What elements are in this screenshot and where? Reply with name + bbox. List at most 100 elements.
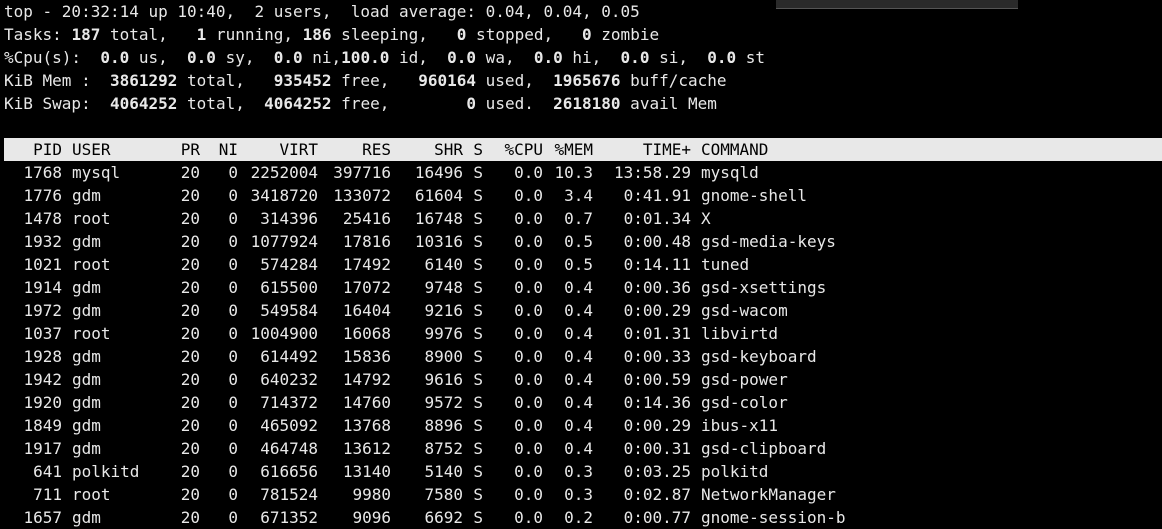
cell-pr: 20 — [180, 209, 200, 228]
mem-line: KiB Mem : 3861292 total, 935452 free, 96… — [4, 69, 1162, 92]
cell-s: S — [473, 209, 483, 228]
cell-cpu: 0.0 — [514, 301, 543, 320]
cpu-st: 0.0 — [707, 48, 737, 67]
cell-user: gdm — [72, 186, 101, 205]
cell-mem: 0.4 — [564, 347, 593, 366]
mem-total: 3861292 — [109, 71, 178, 90]
cell-virt: 465092 — [260, 416, 318, 435]
col-pr: PR — [180, 140, 200, 159]
swap-line: KiB Swap: 4064252 total, 4064252 free, 0… — [4, 92, 1162, 115]
cell-shr: 6692 — [424, 508, 463, 527]
table-row[interactable]: 1942 gdm 20 0 640232 14792 9616 S 0.0 0.4 0:00.59 g… — [4, 368, 1162, 391]
table-row[interactable]: 1932 gdm 20 0 1077924 17816 10316 S 0.0 0.5 0:00.4… — [4, 230, 1162, 253]
cell-cpu: 0.0 — [514, 393, 543, 412]
cell-res: 17072 — [342, 278, 391, 297]
col-pid: PID — [33, 140, 62, 159]
cell-ni: 0 — [228, 508, 238, 527]
cell-mem: 0.4 — [564, 393, 593, 412]
cell-pid: 1972 — [23, 301, 62, 320]
cell-cpu: 0.0 — [514, 209, 543, 228]
table-row[interactable]: 1972 gdm 20 0 549584 16404 9216 S 0.0 0.4 0:00.29 g… — [4, 299, 1162, 322]
cell-shr: 9572 — [424, 393, 463, 412]
cell-virt: 1077924 — [250, 232, 318, 251]
cpu-hi: 0.0 — [533, 48, 563, 67]
cell-s: S — [473, 163, 483, 182]
col-shr: SHR — [434, 140, 463, 159]
cell-res: 16404 — [342, 301, 391, 320]
cell-mem: 0.5 — [564, 255, 593, 274]
cell-command: gsd-media-keys — [701, 232, 836, 251]
swap-free-label: free, — [331, 94, 467, 113]
tasks-running: 1 — [196, 25, 207, 44]
cell-cpu: 0.0 — [514, 485, 543, 504]
cell-virt: 549584 — [260, 301, 318, 320]
table-row[interactable]: 641 polkitd 20 0 616656 13140 5140 S 0.0 0.3 0:03.… — [4, 460, 1162, 483]
table-row[interactable]: 1768 mysql 20 0 2252004 397716 16496 S 0.0 10.3 13… — [4, 161, 1162, 184]
table-row[interactable]: 1917 gdm 20 0 464748 13612 8752 S 0.0 0.4 0:00.31 g… — [4, 437, 1162, 460]
col-ni: NI — [218, 140, 238, 159]
cell-pid: 1932 — [23, 232, 62, 251]
cell-command: ibus-x11 — [701, 416, 779, 435]
cell-pid: 1657 — [23, 508, 62, 527]
cell-command: X — [701, 209, 711, 228]
cell-mem: 3.4 — [564, 186, 593, 205]
cell-command: gsd-color — [701, 393, 788, 412]
cell-res: 15836 — [342, 347, 391, 366]
cell-s: S — [473, 462, 483, 481]
cell-res: 133072 — [333, 186, 391, 205]
cell-cpu: 0.0 — [514, 462, 543, 481]
cell-time: 0:00.77 — [623, 508, 691, 527]
tasks-running-label: running, — [206, 25, 303, 44]
cell-shr: 6140 — [424, 255, 463, 274]
cell-mem: 0.4 — [564, 278, 593, 297]
table-row[interactable]: 1037 root 20 0 1004900 16068 9976 S 0.0 0.4 0:01.3… — [4, 322, 1162, 345]
cell-time: 0:00.31 — [623, 439, 691, 458]
swap-avail: 2618180 — [553, 94, 621, 113]
cell-mem: 0.4 — [564, 439, 593, 458]
cell-ni: 0 — [228, 416, 238, 435]
table-row[interactable]: 1657 gdm 20 0 671352 9096 6692 S 0.0 0.2 0:00.77 gn… — [4, 506, 1162, 529]
terminal[interactable]: top - 20:32:14 up 10:40, 2 users, load a… — [4, 0, 1162, 529]
cell-pr: 20 — [180, 393, 200, 412]
cell-shr: 9976 — [424, 324, 463, 343]
tasks-zombie: 0 — [582, 25, 592, 44]
cell-mem: 0.3 — [564, 485, 593, 504]
tasks-line: Tasks: 187 total, 1 running, 186 sleepin… — [4, 23, 1162, 46]
cell-virt: 1004900 — [250, 324, 318, 343]
cell-time: 0:03.25 — [623, 462, 691, 481]
cell-command: gsd-power — [701, 370, 788, 389]
process-table: 1768 mysql 20 0 2252004 397716 16496 S 0.0 10.3 13… — [4, 161, 1162, 529]
table-row[interactable]: 1776 gdm 20 0 3418720 133072 61604 S 0.0 3.4 0:41.… — [4, 184, 1162, 207]
cell-ni: 0 — [228, 301, 238, 320]
cell-res: 17492 — [342, 255, 391, 274]
cell-ni: 0 — [228, 462, 238, 481]
cell-cpu: 0.0 — [514, 186, 543, 205]
cell-ni: 0 — [228, 370, 238, 389]
cell-pr: 20 — [180, 370, 200, 389]
col-s: S — [473, 140, 483, 159]
table-row[interactable]: 1021 root 20 0 574284 17492 6140 S 0.0 0.5 0:14.11… — [4, 253, 1162, 276]
cell-command: gsd-wacom — [701, 301, 788, 320]
cell-shr: 61604 — [414, 186, 463, 205]
table-row[interactable]: 1928 gdm 20 0 614492 15836 8900 S 0.0 0.4 0:00.33 g… — [4, 345, 1162, 368]
cell-s: S — [473, 347, 483, 366]
cell-user: gdm — [72, 301, 101, 320]
cell-virt: 714372 — [260, 393, 318, 412]
cell-time: 0:41.91 — [623, 186, 691, 205]
cell-time: 0:02.87 — [623, 485, 691, 504]
table-row[interactable]: 1849 gdm 20 0 465092 13768 8896 S 0.0 0.4 0:00.29 i… — [4, 414, 1162, 437]
cell-user: gdm — [72, 393, 101, 412]
table-row[interactable]: 1920 gdm 20 0 714372 14760 9572 S 0.0 0.4 0:14.36 g… — [4, 391, 1162, 414]
cell-mem: 0.4 — [564, 416, 593, 435]
uptime-line: top - 20:32:14 up 10:40, 2 users, load a… — [4, 2, 640, 21]
cell-virt: 781524 — [260, 485, 318, 504]
table-row[interactable]: 1914 gdm 20 0 615500 17072 9748 S 0.0 0.4 0:00.36 g… — [4, 276, 1162, 299]
cell-cpu: 0.0 — [514, 278, 543, 297]
mem-used: 960164 — [418, 71, 477, 90]
table-row[interactable]: 711 root 20 0 781524 9980 7580 S 0.0 0.3 0:02.87 Ne… — [4, 483, 1162, 506]
cell-user: mysql — [72, 163, 121, 182]
cell-res: 16068 — [342, 324, 391, 343]
table-row[interactable]: 1478 root 20 0 314396 25416 16748 S 0.0 0.7 0:01.3… — [4, 207, 1162, 230]
cell-time: 0:01.34 — [623, 209, 691, 228]
